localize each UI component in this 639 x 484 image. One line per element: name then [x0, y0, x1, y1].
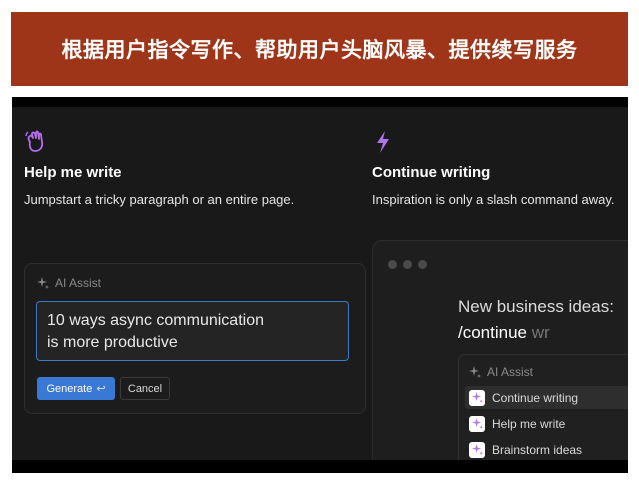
menu-header: AI Assist [469, 365, 533, 379]
bottom-border [12, 460, 628, 473]
cancel-button[interactable]: Cancel [120, 377, 170, 400]
banner-title: 根据用户指令写作、帮助用户头脑风暴、提供续写服务 [11, 12, 628, 86]
sparkle-icon [469, 366, 481, 378]
continue-writing-description: Inspiration is only a slash command away… [372, 192, 615, 207]
menu-item-continue-writing[interactable]: Continue writing [465, 386, 628, 409]
editor-window: New business ideas: /continue wr AI Assi… [372, 240, 628, 473]
menu-item-label: Help me write [492, 416, 566, 431]
waving-hand-icon [25, 130, 44, 152]
help-me-write-title: Help me write [24, 164, 122, 181]
help-me-write-description: Jumpstart a tricky paragraph or an entir… [24, 192, 295, 207]
menu-item-label: Continue writing [492, 390, 579, 405]
ai-assist-label: AI Assist [55, 276, 102, 290]
screenshot-panel: Help me write Jumpstart a tricky paragra… [12, 97, 628, 473]
sparkle-icon [469, 389, 485, 406]
sparkle-icon [469, 415, 485, 432]
sparkle-icon [37, 277, 49, 289]
menu-item-help-me-write[interactable]: Help me write [465, 412, 628, 435]
lightning-bolt-icon [377, 131, 389, 153]
menu-header-label: AI Assist [487, 365, 534, 379]
continue-writing-title: Continue writing [372, 164, 491, 181]
ai-assist-header: AI Assist [37, 276, 101, 290]
prompt-line-1: 10 ways async communication [47, 312, 264, 329]
prompt-line-2: is more productive [47, 334, 178, 351]
window-dot [403, 260, 412, 269]
slash-command-typed: /continue [458, 323, 527, 342]
slash-command-menu: AI Assist Continue writing Help me write… [458, 354, 628, 473]
window-dot [418, 260, 427, 269]
menu-item-label: Brainstorm ideas [492, 442, 583, 457]
generate-label: Generate [46, 382, 93, 395]
prompt-input[interactable]: 10 ways async communication is more prod… [36, 301, 349, 361]
return-key-icon: ↩ [96, 383, 106, 395]
slash-command-line[interactable]: /continue wr [458, 323, 550, 343]
editor-heading: New business ideas: [458, 297, 614, 316]
generate-button[interactable]: Generate ↩ [37, 377, 115, 400]
window-dot [388, 260, 397, 269]
top-border [12, 97, 628, 107]
menu-item-brainstorm-ideas[interactable]: Brainstorm ideas [465, 438, 628, 461]
ai-assist-card: AI Assist 10 ways async communication is… [24, 263, 366, 414]
sparkle-icon [469, 441, 485, 458]
slash-command-ghost: wr [527, 323, 550, 342]
